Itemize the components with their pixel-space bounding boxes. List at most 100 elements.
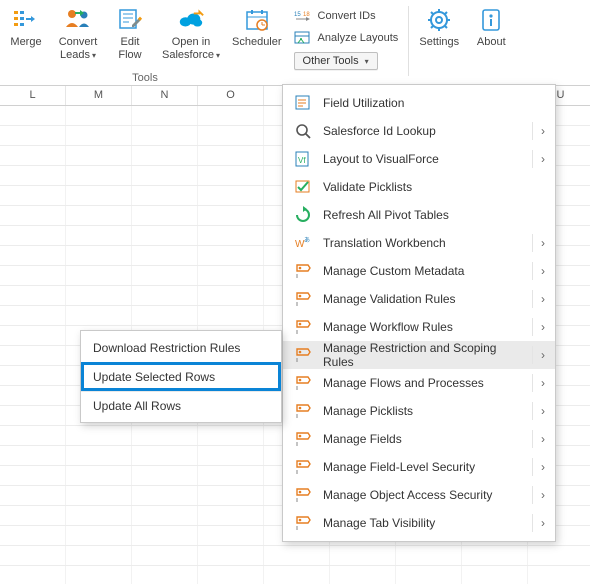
menu-item[interactable]: Manage Field-Level Security› [283, 453, 555, 481]
settings-button[interactable]: Settings [413, 4, 465, 51]
cell[interactable] [198, 166, 264, 185]
other-tools-button[interactable]: Other Tools ▾ [294, 52, 378, 70]
cell[interactable] [462, 546, 528, 565]
cell[interactable] [0, 286, 66, 305]
menu-item[interactable]: Validate Picklists [283, 173, 555, 201]
cell[interactable] [66, 106, 132, 125]
cell[interactable] [66, 206, 132, 225]
cell[interactable] [0, 526, 66, 545]
merge-button[interactable]: Merge [0, 4, 52, 51]
cell[interactable] [66, 166, 132, 185]
cell[interactable] [198, 486, 264, 505]
cell[interactable] [198, 106, 264, 125]
menu-item[interactable]: Manage Flows and Processes› [283, 369, 555, 397]
submenu-item[interactable]: Update All Rows [81, 391, 281, 420]
submenu-item[interactable]: Download Restriction Rules [81, 333, 281, 362]
column-header[interactable]: N [132, 86, 198, 105]
cell[interactable] [132, 206, 198, 225]
cell[interactable] [66, 186, 132, 205]
cell[interactable] [0, 246, 66, 265]
cell[interactable] [132, 246, 198, 265]
cell[interactable] [132, 226, 198, 245]
cell[interactable] [0, 326, 66, 345]
cell[interactable] [66, 486, 132, 505]
column-header[interactable]: O [198, 86, 264, 105]
menu-item[interactable]: Manage Validation Rules› [283, 285, 555, 313]
cell[interactable] [132, 286, 198, 305]
cell[interactable] [66, 426, 132, 445]
menu-item[interactable]: Manage Picklists› [283, 397, 555, 425]
menu-item[interactable]: Manage Fields› [283, 425, 555, 453]
cell[interactable] [0, 266, 66, 285]
cell[interactable] [198, 566, 264, 584]
cell[interactable] [528, 546, 590, 565]
cell[interactable] [0, 146, 66, 165]
menu-item[interactable]: Manage Tab Visibility› [283, 509, 555, 537]
cell[interactable] [66, 266, 132, 285]
cell[interactable] [198, 286, 264, 305]
cell[interactable] [66, 506, 132, 525]
cell[interactable] [264, 566, 330, 584]
cell[interactable] [0, 366, 66, 385]
menu-item[interactable]: WあTranslation Workbench› [283, 229, 555, 257]
cell[interactable] [198, 226, 264, 245]
menu-item[interactable]: Salesforce Id Lookup› [283, 117, 555, 145]
cell[interactable] [0, 306, 66, 325]
about-button[interactable]: About [465, 4, 517, 51]
cell[interactable] [198, 526, 264, 545]
cell[interactable] [396, 566, 462, 584]
cell[interactable] [66, 446, 132, 465]
cell[interactable] [0, 206, 66, 225]
cell[interactable] [132, 306, 198, 325]
convert-leads-button[interactable]: ConvertLeads▾ [52, 4, 104, 64]
cell[interactable] [66, 526, 132, 545]
cell[interactable] [198, 206, 264, 225]
cell[interactable] [66, 566, 132, 584]
cell[interactable] [198, 146, 264, 165]
cell[interactable] [132, 106, 198, 125]
menu-item[interactable]: VfLayout to VisualForce› [283, 145, 555, 173]
cell[interactable] [132, 446, 198, 465]
cell[interactable] [132, 266, 198, 285]
cell[interactable] [132, 166, 198, 185]
submenu-item[interactable]: Update Selected Rows [81, 362, 281, 391]
cell[interactable] [198, 126, 264, 145]
cell[interactable] [198, 426, 264, 445]
cell[interactable] [198, 546, 264, 565]
menu-item[interactable]: Manage Restriction and Scoping Rules› [283, 341, 555, 369]
cell[interactable] [198, 446, 264, 465]
cell[interactable] [330, 546, 396, 565]
cell[interactable] [0, 506, 66, 525]
cell[interactable] [0, 446, 66, 465]
cell[interactable] [198, 186, 264, 205]
cell[interactable] [0, 426, 66, 445]
cell[interactable] [0, 546, 66, 565]
cell[interactable] [0, 166, 66, 185]
column-header[interactable]: M [66, 86, 132, 105]
cell[interactable] [0, 386, 66, 405]
cell[interactable] [66, 546, 132, 565]
cell[interactable] [132, 146, 198, 165]
cell[interactable] [66, 226, 132, 245]
column-header[interactable]: L [0, 86, 66, 105]
cell[interactable] [132, 546, 198, 565]
cell[interactable] [198, 466, 264, 485]
cell[interactable] [66, 466, 132, 485]
cell[interactable] [66, 286, 132, 305]
cell[interactable] [396, 546, 462, 565]
cell[interactable] [132, 486, 198, 505]
menu-item[interactable]: Manage Object Access Security› [283, 481, 555, 509]
cell[interactable] [528, 566, 590, 584]
cell[interactable] [66, 246, 132, 265]
edit-flow-button[interactable]: EditFlow [104, 4, 156, 64]
cell[interactable] [0, 486, 66, 505]
convert-ids-button[interactable]: 1518 Convert IDs [292, 6, 401, 26]
menu-item[interactable]: Manage Workflow Rules› [283, 313, 555, 341]
cell[interactable] [198, 506, 264, 525]
cell[interactable] [66, 126, 132, 145]
cell[interactable] [0, 566, 66, 584]
cell[interactable] [132, 186, 198, 205]
cell[interactable] [0, 466, 66, 485]
cell[interactable] [198, 266, 264, 285]
cell[interactable] [132, 506, 198, 525]
